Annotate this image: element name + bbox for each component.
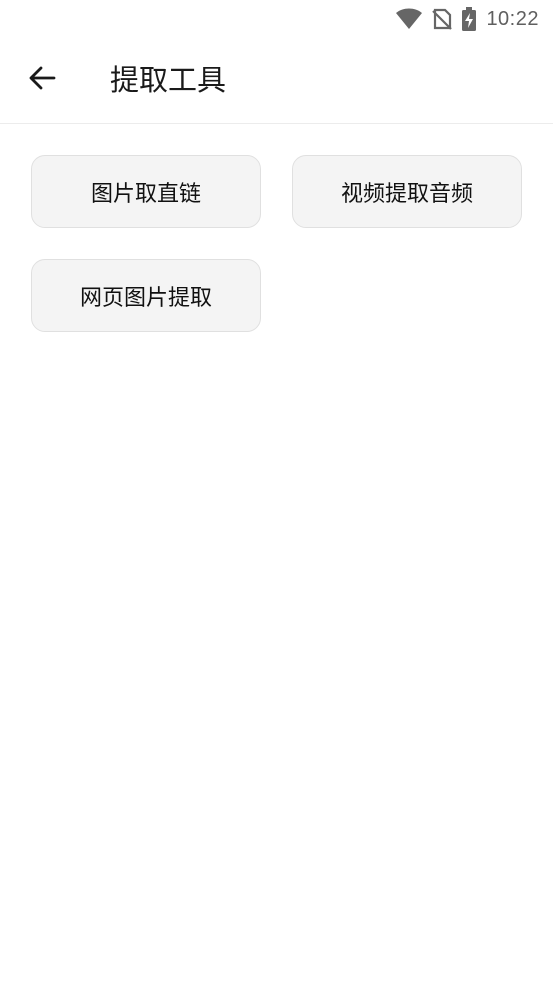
webpage-image-extract-button[interactable]: 网页图片提取 (31, 259, 261, 332)
video-extract-audio-button[interactable]: 视频提取音频 (292, 155, 522, 228)
status-bar: 10:22 (0, 0, 553, 38)
back-button[interactable] (22, 62, 62, 98)
app-bar: 提取工具 (0, 38, 553, 124)
wifi-icon (395, 8, 423, 30)
image-direct-link-button[interactable]: 图片取直链 (31, 155, 261, 228)
battery-charging-icon (461, 7, 477, 31)
page-title: 提取工具 (110, 63, 227, 97)
no-sim-icon (432, 8, 453, 30)
status-time: 10:22 (486, 7, 539, 30)
arrow-left-icon (28, 66, 56, 94)
